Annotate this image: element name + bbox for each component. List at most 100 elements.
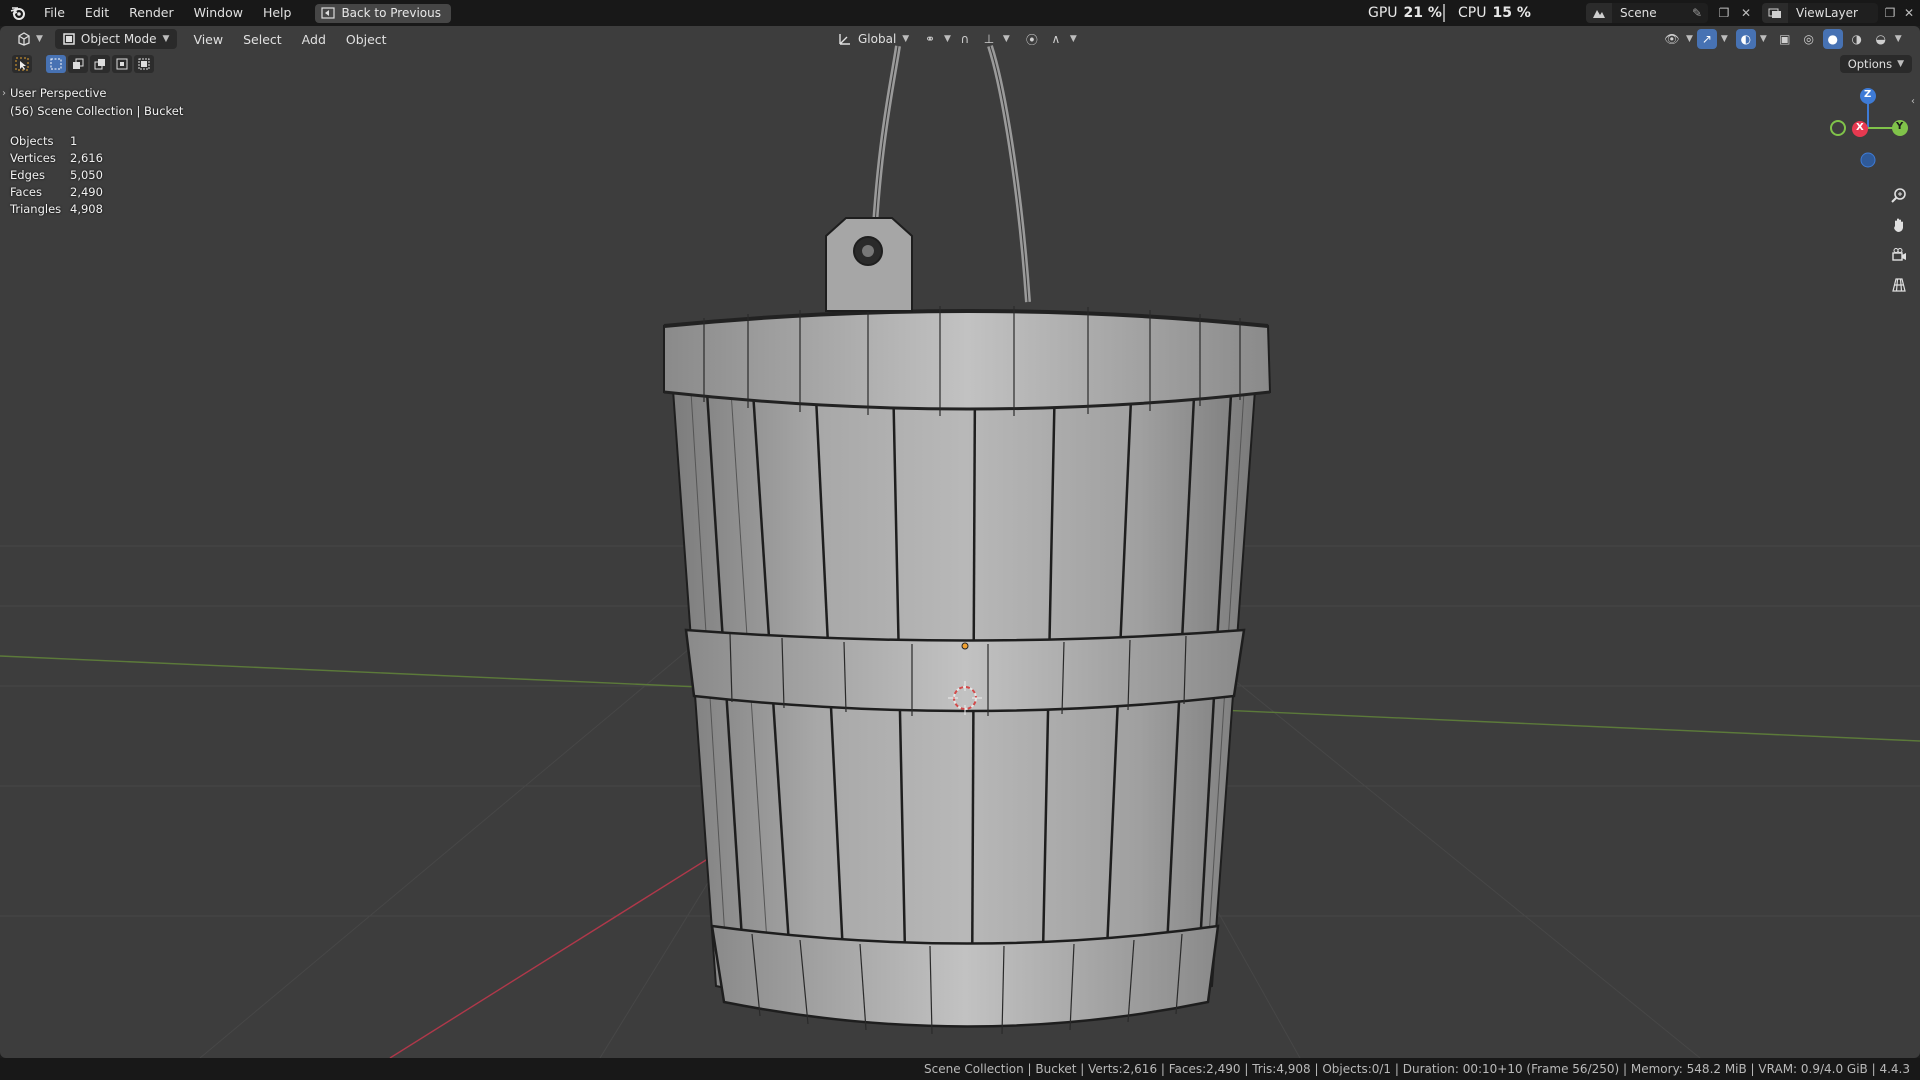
top-menu-bar: File Edit Render Window Help Back to Pre… [0, 0, 1920, 26]
stat-row-triangles: Triangles 4,908 [10, 200, 130, 217]
select-extend-icon[interactable] [68, 55, 88, 73]
gizmo-z-label: Z [1864, 89, 1872, 100]
selection-tools [12, 55, 154, 73]
pan-hand-icon[interactable] [1886, 212, 1912, 238]
3d-viewport[interactable]: Z X Y ▼ Object Mode ▼ View Select Add Ob… [0, 26, 1920, 1058]
delete-view-layer-icon[interactable]: ✕ [1900, 4, 1918, 22]
stat-value: 5,050 [70, 167, 103, 182]
back-button-label: Back to Previous [341, 6, 441, 20]
wireframe-shading-icon[interactable]: ◎ [1799, 29, 1819, 49]
orientation-axes-icon [839, 34, 850, 45]
chevron-down-icon: ▼ [162, 34, 170, 44]
stat-row-faces: Faces 2,490 [10, 183, 130, 200]
stat-row-edges: Edges 5,050 [10, 166, 130, 183]
object-mode-label: Object Mode [80, 32, 157, 46]
select-invert-icon[interactable] [112, 55, 132, 73]
chevron-down-icon: ▼ [902, 34, 910, 44]
object-visibility-icon[interactable]: 👁 [1662, 29, 1682, 49]
stat-label: Objects [10, 133, 54, 148]
view-layer-selector[interactable]: ViewLayer [1762, 3, 1878, 23]
stat-label: Vertices [10, 150, 56, 165]
pin-icon[interactable]: ✎ [1692, 6, 1708, 20]
stat-value: 1 [70, 133, 78, 148]
snap-magnet-icon[interactable]: ∩ [955, 29, 975, 49]
cpu-usage: CPU 15 % [1458, 0, 1531, 26]
3d-viewport-editor-icon [18, 32, 30, 46]
chevron-down-icon: ▼ [1897, 59, 1904, 69]
snapping-tools: ⚭ ▼ ∩ ⊥ ▼ ⦿ ∧ ▼ [920, 29, 1077, 49]
zoom-icon[interactable] [1886, 182, 1912, 208]
stat-row-vertices: Vertices 2,616 [10, 149, 130, 166]
blender-logo-icon[interactable] [10, 5, 26, 21]
select-cursor-icon[interactable] [12, 55, 32, 73]
gizmo-y-label: Y [1896, 121, 1904, 132]
delete-scene-icon[interactable]: ✕ [1737, 4, 1755, 22]
stat-value: 2,616 [70, 150, 103, 165]
chevron-down-icon: ▼ [36, 34, 43, 44]
solid-shading-icon[interactable]: ● [1822, 29, 1843, 49]
menu-add[interactable]: Add [292, 32, 336, 47]
stat-row-objects: Objects 1 [10, 132, 130, 149]
new-scene-icon[interactable]: ❐ [1715, 4, 1733, 22]
menu-object[interactable]: Object [336, 32, 397, 47]
gpu-usage: GPU 21 % [1368, 0, 1442, 26]
active-collection-label: (56) Scene Collection | Bucket [10, 104, 184, 118]
show-gizmo-icon[interactable]: ↗ [1696, 29, 1717, 49]
view-layer-icon [1762, 3, 1788, 23]
show-overlays-icon[interactable]: ◐ [1735, 29, 1756, 49]
xray-toggle-icon[interactable]: ▣ [1775, 29, 1795, 49]
chevron-down-icon: ▼ [1069, 34, 1077, 44]
menu-window[interactable]: Window [184, 0, 253, 26]
back-to-previous-button[interactable]: Back to Previous [315, 3, 451, 23]
menu-edit[interactable]: Edit [75, 0, 119, 26]
status-bar-info: Scene Collection | Bucket | Verts:2,616 … [923, 1062, 1910, 1076]
snap-increment-icon[interactable]: ⊥ [979, 29, 999, 49]
camera-view-icon[interactable] [1886, 242, 1912, 268]
chevron-down-icon: ▼ [944, 34, 951, 44]
stat-label: Faces [10, 184, 42, 199]
menu-render[interactable]: Render [119, 0, 184, 26]
object-mode-icon [63, 33, 75, 45]
viewport-display-tools: 👁 ▼ ↗ ▼ ◐ ▼ ▣ ◎ ● ◑ ◒ ▼ [1662, 29, 1902, 49]
select-new-icon[interactable] [46, 55, 66, 73]
cpu-label: CPU [1458, 5, 1487, 21]
transform-orientation-dropdown[interactable]: Global ▼ [838, 29, 909, 49]
chevron-down-icon: ▼ [1686, 34, 1693, 44]
editor-type-button[interactable]: ▼ [12, 29, 47, 49]
object-mode-dropdown[interactable]: Object Mode ▼ [54, 29, 178, 49]
back-icon [321, 7, 336, 19]
options-label: Options [1847, 57, 1893, 71]
menu-file[interactable]: File [34, 0, 75, 26]
menu-help[interactable]: Help [253, 0, 302, 26]
chevron-down-icon: ▼ [1720, 34, 1728, 44]
new-view-layer-icon[interactable]: ❐ [1881, 4, 1899, 22]
select-subtract-icon[interactable] [90, 55, 110, 73]
gpu-value: 21 % [1403, 5, 1442, 21]
chevron-down-icon: ▼ [1759, 34, 1767, 44]
scene-selector[interactable]: Scene ✎ [1586, 3, 1708, 23]
chevron-down-icon: ▼ [1002, 34, 1010, 44]
bucket-rim [663, 310, 1272, 410]
menu-select[interactable]: Select [233, 32, 292, 47]
material-preview-shading-icon[interactable]: ◑ [1847, 29, 1867, 49]
gizmo-x-label: X [1856, 122, 1864, 133]
options-dropdown[interactable]: Options ▼ [1839, 55, 1912, 73]
view-layer-name: ViewLayer [1796, 6, 1858, 20]
gpu-label: GPU [1368, 5, 1398, 21]
select-intersect-icon[interactable] [134, 55, 154, 73]
scene-icon [1586, 3, 1612, 23]
toolbar-toggle-icon[interactable]: › [2, 88, 6, 99]
perf-divider [1443, 4, 1445, 22]
menu-view[interactable]: View [183, 32, 233, 47]
scene-name: Scene [1620, 6, 1657, 20]
cpu-value: 15 % [1492, 5, 1531, 21]
orthographic-toggle-icon[interactable] [1886, 272, 1912, 298]
rendered-shading-icon[interactable]: ◒ [1871, 29, 1891, 49]
falloff-curve-icon[interactable]: ∧ [1046, 29, 1066, 49]
proportional-editing-icon[interactable]: ⦿ [1022, 29, 1042, 49]
pivot-point-icon[interactable]: ⚭ [920, 29, 940, 49]
object-origin [961, 642, 969, 650]
status-bar: Scene Collection | Bucket | Verts:2,616 … [0, 1058, 1920, 1080]
sidebar-toggle-icon[interactable]: ‹ [1911, 96, 1915, 107]
viewport-scene [0, 45, 1920, 1058]
